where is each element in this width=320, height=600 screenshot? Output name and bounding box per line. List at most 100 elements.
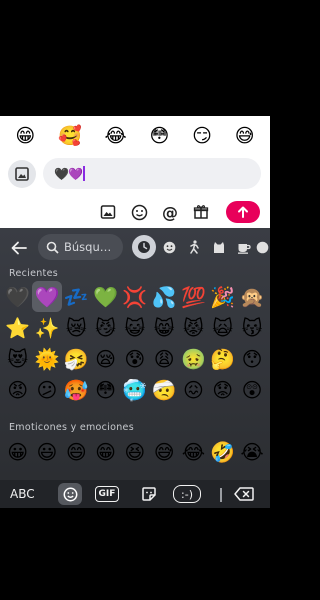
emoji-key[interactable]: 😲 <box>237 374 266 405</box>
search-icon <box>46 241 59 254</box>
emoji-keyboard-header: Búsqu… <box>0 234 270 260</box>
emoji-key[interactable]: 😺 <box>120 312 149 343</box>
ball-icon <box>256 241 269 253</box>
tab-recent[interactable] <box>132 235 156 259</box>
emoji-key[interactable]: 😼 <box>91 312 120 343</box>
emoji-key[interactable]: 🥵 <box>62 374 91 405</box>
back-button[interactable] <box>8 238 30 258</box>
reaction-emoji[interactable]: 🥰 <box>58 126 82 146</box>
section-label-smileys: Emoticones y emociones <box>9 422 134 433</box>
emoji-key[interactable]: 🤧 <box>62 343 91 374</box>
emoji-key[interactable]: 🎉 <box>208 281 237 312</box>
emoji-key[interactable]: 🌞 <box>32 343 61 374</box>
tab-animals[interactable] <box>208 234 230 260</box>
emoji-key[interactable]: 😿 <box>62 312 91 343</box>
mention-button[interactable]: @ <box>160 202 180 222</box>
reaction-emoji[interactable]: 😂 <box>105 126 127 146</box>
emoji-key[interactable]: 💚 <box>91 281 120 312</box>
quick-reactions-bar: 😁 🥰 😂 😳 😏 😅 <box>0 120 270 152</box>
emoticon-button[interactable]: :-) <box>173 485 201 503</box>
smiley-icon <box>163 241 175 253</box>
emoji-search-input[interactable]: Búsqu… <box>38 234 123 260</box>
emoji-key[interactable]: 😄 <box>62 436 91 467</box>
reaction-emoji[interactable]: 😏 <box>192 126 212 146</box>
delete-button[interactable] <box>232 483 256 505</box>
emoji-key[interactable]: 😯 <box>237 343 266 374</box>
message-input[interactable]: 🖤💜 <box>43 158 261 189</box>
emoji-tab-button[interactable] <box>58 483 82 505</box>
emoji-key[interactable]: 😸 <box>149 312 178 343</box>
emoji-key[interactable]: 😩 <box>149 343 178 374</box>
emoji-key[interactable]: 💜 <box>32 281 62 312</box>
emoji-button[interactable] <box>129 202 149 222</box>
search-placeholder: Búsqu… <box>64 240 112 254</box>
emoji-key[interactable]: 🖤 <box>3 281 32 312</box>
image-icon <box>15 167 29 181</box>
emoji-key[interactable]: 💦 <box>149 281 178 312</box>
attach-photo-button[interactable] <box>8 160 36 188</box>
emoji-key[interactable]: 😻 <box>3 343 32 374</box>
emoji-icon <box>131 204 147 220</box>
navigation-area <box>0 508 270 600</box>
bar-divider <box>220 488 222 502</box>
keyboard-bottom-bar: ABC GIF :-) <box>0 480 270 508</box>
emoji-key[interactable]: 😆 <box>120 436 149 467</box>
emoji-key[interactable]: ⭐ <box>3 312 32 343</box>
emoji-key[interactable]: 😡 <box>3 374 32 405</box>
image-icon <box>100 205 116 219</box>
emoji-key[interactable]: 😀 <box>3 436 32 467</box>
emoji-key[interactable]: 😖 <box>179 374 208 405</box>
emoji-key[interactable]: 💯 <box>179 281 208 312</box>
emoji-key[interactable]: 😁 <box>91 436 120 467</box>
reaction-emoji[interactable]: 😁 <box>15 126 35 146</box>
emoji-key[interactable]: 😂 <box>179 436 208 467</box>
coffee-icon <box>238 243 251 254</box>
reaction-emoji[interactable]: 😅 <box>235 126 255 146</box>
tab-people[interactable] <box>183 234 205 260</box>
backspace-icon <box>234 487 254 501</box>
emoji-key[interactable]: 😰 <box>120 343 149 374</box>
text-cursor <box>82 166 85 181</box>
emoji-key[interactable]: 🤕 <box>149 374 178 405</box>
emoji-key[interactable]: 🙀 <box>208 312 237 343</box>
emoji-key[interactable]: ✨ <box>32 312 61 343</box>
emoji-key[interactable]: 😳 <box>91 374 120 405</box>
gallery-button[interactable] <box>98 202 118 222</box>
sticker-button[interactable] <box>137 483 161 505</box>
emoji-key[interactable]: 💤 <box>62 281 91 312</box>
mention-icon: @ <box>162 202 178 222</box>
gift-button[interactable] <box>191 202 211 222</box>
recent-emoji-grid: 🖤 💜 💤 💚 💢 💦 💯 🎉 🙊 ⭐ ✨ 😿 😼 😺 😸 😾 🙀 😽 😻 🌞 🤧 😪 😰 😩 🤢 🤔 😯 😡 😕 🥵 😳 🥶 🤕 😖 😟 😲 <box>3 281 267 405</box>
emoji-key[interactable]: 😾 <box>179 312 208 343</box>
emoji-key[interactable]: 🤣 <box>208 436 237 467</box>
emoji-key[interactable]: 😕 <box>32 374 61 405</box>
person-icon <box>189 240 199 254</box>
emoji-key[interactable]: 😪 <box>91 343 120 374</box>
status-area <box>0 0 270 116</box>
tab-activities[interactable] <box>256 234 270 260</box>
gif-button[interactable]: GIF <box>95 486 119 502</box>
arrow-up-icon <box>238 206 248 218</box>
sticker-icon <box>142 487 156 501</box>
emoji-key[interactable]: 💢 <box>120 281 149 312</box>
tab-food[interactable] <box>233 234 255 260</box>
emoji-key[interactable]: 😭 <box>237 436 266 467</box>
emoji-key[interactable]: 😟 <box>208 374 237 405</box>
reaction-emoji[interactable]: 😳 <box>150 126 170 146</box>
emoji-icon <box>63 487 77 501</box>
smiley-emoji-grid: 😀 😃 😄 😁 😆 😅 😂 🤣 😭 <box>3 436 267 467</box>
tab-smileys[interactable] <box>158 234 180 260</box>
emoji-key[interactable]: 🙊 <box>237 281 266 312</box>
emoji-key[interactable]: 😃 <box>32 436 61 467</box>
cat-icon <box>214 241 224 253</box>
emoji-key[interactable]: 😅 <box>149 436 178 467</box>
emoji-key[interactable]: 🥶 <box>120 374 149 405</box>
send-button[interactable] <box>226 201 260 223</box>
message-value: 🖤💜 <box>54 166 83 181</box>
emoji-key[interactable]: 🤔 <box>208 343 237 374</box>
abc-button[interactable]: ABC <box>10 487 35 501</box>
section-label-recent: Recientes <box>9 268 58 279</box>
emoji-key[interactable]: 😽 <box>237 312 266 343</box>
arrow-left-icon <box>11 241 27 255</box>
emoji-key[interactable]: 🤢 <box>179 343 208 374</box>
